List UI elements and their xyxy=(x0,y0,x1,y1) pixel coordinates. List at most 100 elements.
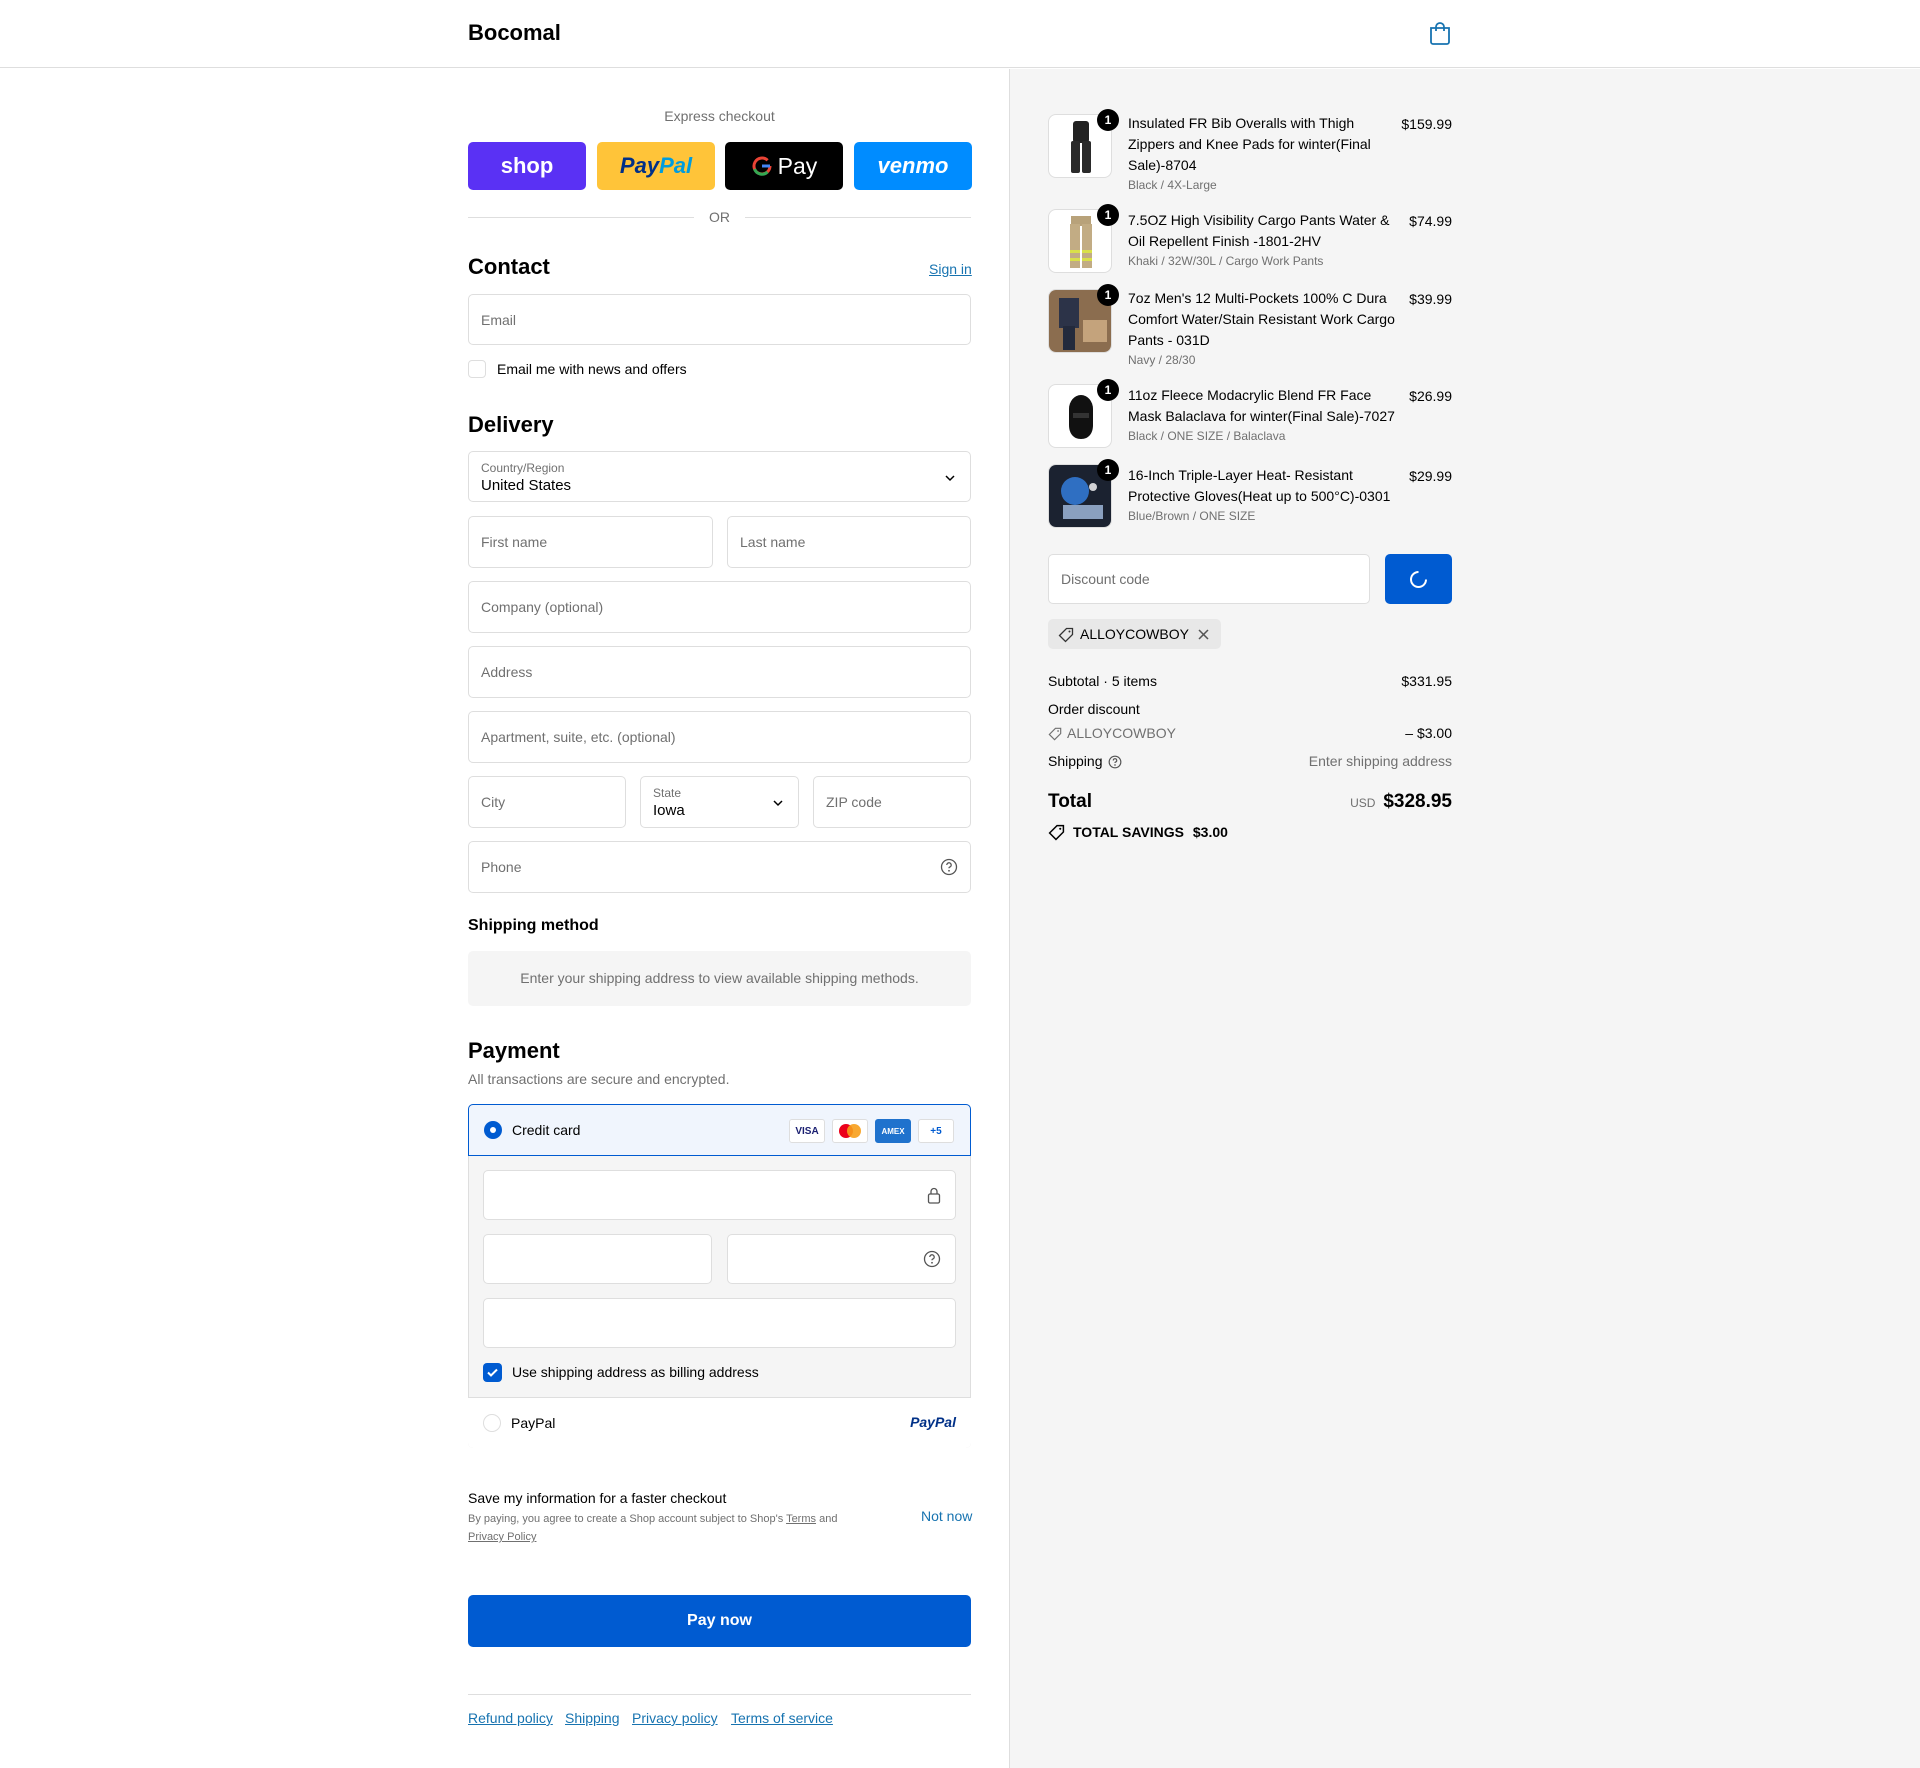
item-name: 7oz Men's 12 Multi-Pockets 100% C Dura C… xyxy=(1128,290,1395,348)
paypal-logo: PayPal xyxy=(910,1414,956,1430)
total-savings-row: TOTAL SAVINGS $3.00 xyxy=(1048,824,1452,841)
subtotal-value: $331.95 xyxy=(1401,673,1452,689)
quantity-badge: 1 xyxy=(1097,459,1119,481)
shopping-bag-icon[interactable] xyxy=(1428,20,1452,46)
total-row: Total USD $328.95 xyxy=(1048,791,1452,817)
discount-value: – $3.00 xyxy=(1405,725,1452,741)
more-cards-badge: +5 xyxy=(918,1119,954,1143)
paypal-label: PayPal xyxy=(511,1415,556,1431)
privacy-policy-footer-link[interactable]: Privacy policy xyxy=(632,1710,718,1726)
apartment-field[interactable]: Apartment, suite, etc. (optional) xyxy=(468,711,971,763)
total-savings-value: $3.00 xyxy=(1192,824,1228,840)
security-code-input[interactable] xyxy=(727,1234,956,1284)
news-checkbox[interactable] xyxy=(468,360,486,378)
google-g-icon xyxy=(752,156,772,176)
news-label: Email me with news and offers xyxy=(497,361,687,377)
help-circle-icon[interactable] xyxy=(940,858,958,876)
credit-card-option[interactable]: Credit card VISA AMEX +5 xyxy=(468,1104,971,1156)
payment-subtitle: All transactions are secure and encrypte… xyxy=(468,1071,730,1087)
remove-discount-icon[interactable] xyxy=(1198,629,1209,640)
paypal-option[interactable]: PayPal PayPal xyxy=(468,1397,971,1448)
amex-icon: AMEX xyxy=(875,1119,911,1143)
first-name-field[interactable]: First name xyxy=(468,516,713,568)
item-variant: Black / 4X-Large xyxy=(1128,178,1217,192)
discount-code-label: ALLOYCOWBOY xyxy=(1067,725,1176,741)
company-field[interactable]: Company (optional) xyxy=(468,581,971,633)
privacy-policy-link[interactable]: Privacy Policy xyxy=(468,1531,536,1543)
pay-now-button[interactable]: Pay now xyxy=(468,1595,971,1647)
credit-card-radio[interactable] xyxy=(484,1121,502,1139)
address-field[interactable]: Address xyxy=(468,646,971,698)
shop-pay-button[interactable]: shop xyxy=(468,142,586,190)
visa-icon: VISA xyxy=(789,1119,825,1143)
sign-in-link[interactable]: Sign in xyxy=(929,261,972,277)
google-pay-button[interactable]: Pay xyxy=(725,142,843,190)
credit-card-label: Credit card xyxy=(512,1122,581,1138)
item-name: 11oz Fleece Modacrylic Blend FR Face Mas… xyxy=(1128,387,1395,424)
total-value: $328.95 xyxy=(1383,791,1452,812)
tag-icon xyxy=(1058,627,1074,643)
order-discount-label: Order discount xyxy=(1048,701,1140,717)
help-circle-icon[interactable] xyxy=(1108,755,1122,769)
save-info-title: Save my information for a faster checkou… xyxy=(468,1490,727,1506)
quantity-badge: 1 xyxy=(1097,284,1119,306)
item-name: 7.5OZ High Visibility Cargo Pants Water … xyxy=(1128,212,1390,249)
last-name-field[interactable]: Last name xyxy=(727,516,971,568)
city-field[interactable]: City xyxy=(468,776,626,828)
email-field[interactable]: Email xyxy=(468,294,971,345)
payment-title: Payment xyxy=(468,1038,560,1063)
applied-discount-chip: ALLOYCOWBOY xyxy=(1048,619,1221,649)
discount-row: ALLOYCOWBOY – $3.00 xyxy=(1048,725,1452,741)
discount-code-field[interactable]: Discount code xyxy=(1048,554,1370,604)
name-on-card-input[interactable] xyxy=(483,1298,956,1348)
shipping-row: Shipping Enter shipping address xyxy=(1048,753,1452,769)
zip-field[interactable]: ZIP code xyxy=(813,776,971,828)
brand-logo[interactable]: Bocomal xyxy=(468,20,561,46)
item-name: 16-Inch Triple-Layer Heat- Resistant Pro… xyxy=(1128,467,1391,504)
phone-field[interactable]: Phone xyxy=(468,841,971,893)
terms-link[interactable]: Terms xyxy=(786,1513,816,1525)
venmo-button[interactable]: venmo xyxy=(854,142,972,190)
express-checkout-title: Express checkout xyxy=(664,108,775,124)
or-divider: OR xyxy=(468,207,971,227)
header: Bocomal xyxy=(0,0,1920,68)
shipping-method-title: Shipping method xyxy=(468,917,599,934)
shipping-link[interactable]: Shipping xyxy=(565,1710,620,1726)
chevron-down-icon xyxy=(773,800,783,807)
shipping-method-message: Enter your shipping address to view avai… xyxy=(468,951,971,1006)
loading-spinner-icon xyxy=(1410,571,1427,588)
shipping-value: Enter shipping address xyxy=(1308,753,1452,769)
checkmark-icon xyxy=(487,1368,498,1377)
item-name: Insulated FR Bib Overalls with Thigh Zip… xyxy=(1128,115,1371,173)
lock-icon xyxy=(927,1187,941,1204)
item-variant: Khaki / 32W/30L / Cargo Work Pants xyxy=(1128,254,1324,268)
footer-divider xyxy=(468,1694,971,1695)
item-price: $39.99 xyxy=(1409,291,1452,307)
item-price: $159.99 xyxy=(1401,116,1452,132)
currency-label: USD xyxy=(1350,796,1376,810)
quantity-badge: 1 xyxy=(1097,379,1119,401)
expiration-input[interactable] xyxy=(483,1234,712,1284)
delivery-title: Delivery xyxy=(468,412,554,437)
state-select[interactable]: State Iowa xyxy=(640,776,799,828)
paypal-logo-text: Pay xyxy=(619,153,660,178)
subtotal-row: Subtotal · 5 items $331.95 xyxy=(1048,673,1452,689)
card-number-input[interactable] xyxy=(483,1170,956,1220)
country-select[interactable]: Country/Region United States xyxy=(468,451,971,502)
apply-discount-button[interactable] xyxy=(1385,554,1452,604)
billing-same-checkbox[interactable] xyxy=(483,1363,502,1382)
billing-same-label: Use shipping address as billing address xyxy=(512,1364,759,1380)
total-savings-label: TOTAL SAVINGS xyxy=(1073,824,1184,840)
item-price: $74.99 xyxy=(1409,213,1452,229)
terms-of-service-link[interactable]: Terms of service xyxy=(731,1710,833,1726)
save-info-note: By paying, you agree to create a Shop ac… xyxy=(468,1513,838,1543)
help-circle-icon[interactable] xyxy=(923,1250,941,1268)
total-label: Total xyxy=(1048,791,1092,812)
item-variant: Navy / 28/30 xyxy=(1128,353,1196,367)
contact-title: Contact xyxy=(468,254,550,279)
refund-policy-link[interactable]: Refund policy xyxy=(468,1710,553,1726)
paypal-radio[interactable] xyxy=(483,1414,501,1432)
not-now-link[interactable]: Not now xyxy=(921,1508,972,1524)
paypal-button[interactable]: Pay Pal xyxy=(597,142,715,190)
item-price: $29.99 xyxy=(1409,468,1452,484)
